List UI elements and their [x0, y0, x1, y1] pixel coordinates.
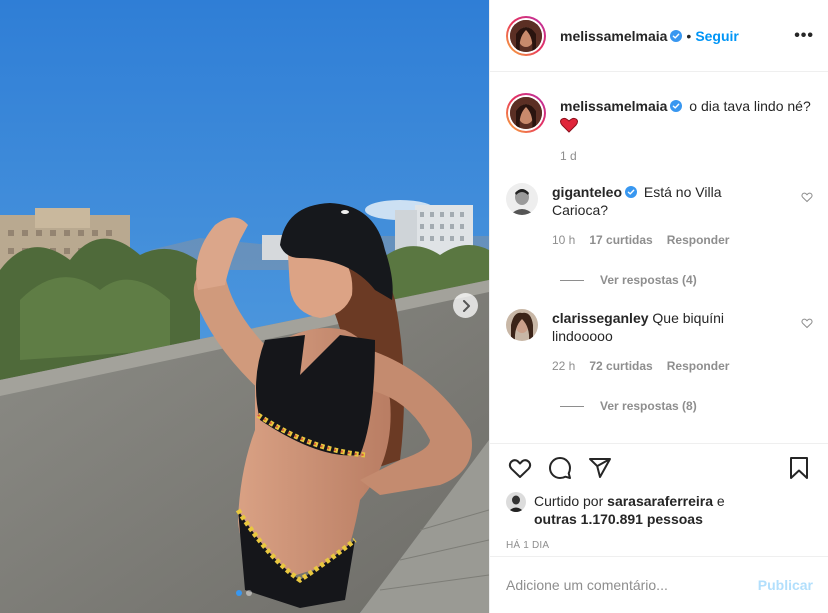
verified-badge-icon	[625, 186, 638, 198]
share-button[interactable]	[586, 454, 614, 482]
post-date[interactable]: HÁ 1 DIA	[506, 540, 813, 551]
caption: melissamelmaia o dia tava lindo né? 1 d	[506, 93, 813, 165]
comment-time[interactable]: 22 h	[552, 357, 575, 375]
carousel-dot	[246, 590, 252, 596]
author-avatar-ring[interactable]	[506, 15, 546, 56]
author-username[interactable]: melissamelmaia	[560, 28, 667, 44]
heart-icon	[508, 459, 532, 478]
comment-avatar[interactable]	[506, 309, 538, 341]
view-replies-button[interactable]: Ver respostas (8)	[560, 399, 813, 413]
share-icon	[589, 458, 611, 478]
comment-icon	[549, 457, 571, 479]
bookmark-icon	[790, 457, 808, 479]
caption-time[interactable]: 1 d	[560, 147, 577, 165]
author-avatar	[510, 19, 542, 52]
like-button[interactable]	[506, 454, 534, 482]
view-replies-label: Ver respostas (4)	[600, 273, 697, 287]
chevron-right-icon	[462, 299, 470, 312]
comment-item: clarisseganley Que biquíni lindooooo 22 …	[506, 309, 813, 375]
view-replies-button[interactable]: Ver respostas (4)	[560, 273, 813, 287]
caption-text: o dia tava lindo né?	[689, 98, 811, 114]
comments-list[interactable]: melissamelmaia o dia tava lindo né? 1 d	[490, 73, 828, 443]
comment-username[interactable]: giganteleo	[552, 184, 622, 200]
likes-summary: Curtido por sarasaraferreira e outras 1.…	[506, 492, 813, 528]
instagram-post: melissamelmaia • Seguir ••• melissamelma…	[0, 0, 828, 613]
liked-by-conj: e	[716, 493, 725, 509]
carousel-dot-active	[236, 590, 242, 596]
liked-by-prefix: Curtido por	[534, 493, 604, 509]
reply-button[interactable]: Responder	[667, 357, 730, 375]
caption-username[interactable]: melissamelmaia	[560, 98, 667, 114]
liker-avatar[interactable]	[506, 492, 526, 512]
comment-like-heart-icon[interactable]	[801, 317, 813, 329]
red-heart-emoji-icon	[560, 117, 578, 133]
reply-button[interactable]: Responder	[667, 231, 730, 249]
comment-button[interactable]	[546, 454, 574, 482]
comment-username[interactable]: clarisseganley	[552, 310, 649, 326]
comment-like-heart-icon[interactable]	[801, 191, 813, 203]
follow-button[interactable]: Seguir	[695, 28, 739, 44]
comment-avatar[interactable]	[506, 183, 538, 215]
verified-badge-icon	[670, 29, 683, 42]
add-comment-bar: Adicione um comentário... Publicar	[490, 556, 828, 613]
next-image-button[interactable]	[453, 293, 478, 318]
comment-likes[interactable]: 17 curtidas	[589, 231, 652, 249]
comment-item: giganteleo Está no Villa Carioca? 10 h 1…	[506, 183, 813, 249]
comment-likes[interactable]: 72 curtidas	[589, 357, 652, 375]
view-replies-label: Ver respostas (8)	[600, 399, 697, 413]
verified-badge-icon	[670, 100, 683, 112]
carousel-indicator	[236, 590, 252, 596]
action-icons	[506, 444, 813, 492]
more-options-button[interactable]: •••	[794, 27, 814, 45]
publish-button[interactable]: Publicar	[758, 577, 813, 593]
caption-avatar	[510, 97, 542, 129]
liked-by-others[interactable]: outras 1.170.891 pessoas	[534, 511, 703, 527]
post-header: melissamelmaia • Seguir •••	[490, 0, 828, 72]
comment-time[interactable]: 10 h	[552, 231, 575, 249]
comment-input[interactable]: Adicione um comentário...	[506, 577, 758, 593]
photo-image	[0, 0, 489, 613]
liked-by-user[interactable]: sarasaraferreira	[607, 493, 713, 509]
post-photo[interactable]	[0, 0, 489, 613]
caption-avatar-ring[interactable]	[506, 93, 546, 133]
post-actions: Curtido por sarasaraferreira e outras 1.…	[490, 443, 828, 551]
post-side-panel: melissamelmaia • Seguir ••• melissamelma…	[489, 0, 828, 613]
header-separator: •	[686, 27, 692, 44]
save-button[interactable]	[785, 454, 813, 482]
